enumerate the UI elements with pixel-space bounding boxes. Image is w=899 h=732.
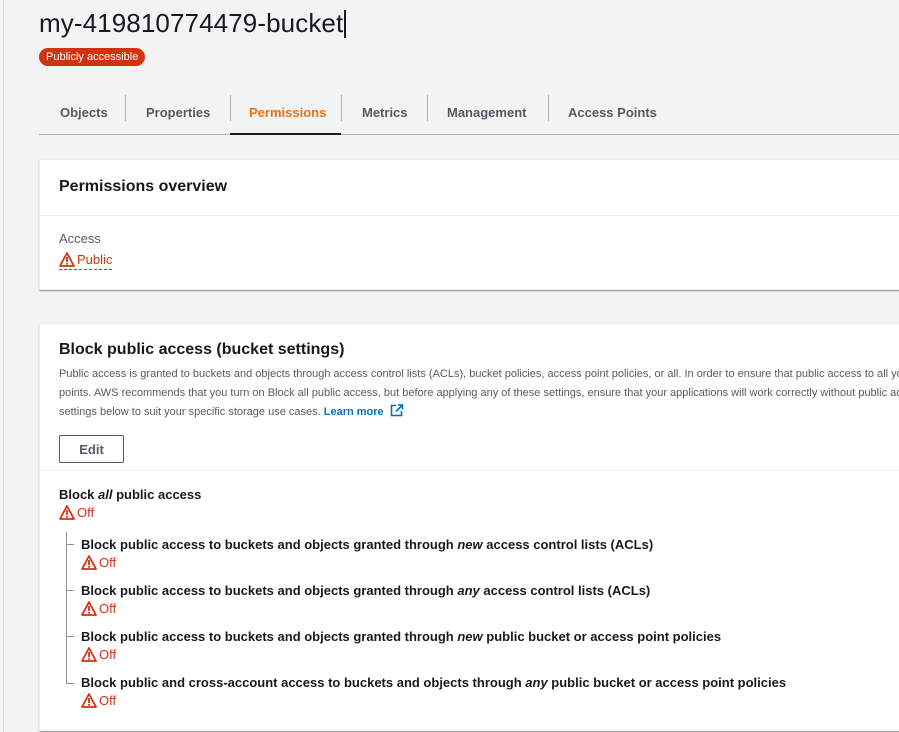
tab-objects[interactable]: Objects bbox=[39, 91, 125, 134]
title-part: Block bbox=[59, 487, 99, 502]
warning-icon bbox=[81, 693, 97, 708]
warning-icon bbox=[59, 252, 75, 267]
learn-more-link[interactable]: Learn more bbox=[323, 404, 404, 418]
setting-status: Off bbox=[81, 601, 650, 616]
tab-permissions[interactable]: Permissions bbox=[230, 91, 341, 135]
external-link-icon bbox=[390, 404, 404, 417]
block-public-access-card: Block public access (bucket settings) Pu… bbox=[39, 323, 899, 731]
public-access-badge: Publicly accessible bbox=[39, 48, 146, 66]
setting-title: Block public access to buckets and objec… bbox=[81, 583, 650, 598]
status-text: Off bbox=[99, 693, 117, 708]
tab-label: Access Points bbox=[568, 105, 657, 120]
warning-icon bbox=[81, 647, 97, 662]
title-emphasis: new bbox=[457, 629, 483, 644]
status-text: Off bbox=[77, 505, 95, 520]
status-text: Off bbox=[99, 601, 117, 616]
title-part: access control lists (ACLs) bbox=[479, 583, 651, 598]
title-emphasis: all bbox=[98, 487, 113, 502]
tree-branch bbox=[66, 544, 74, 545]
title-part: Block public access to buckets and objec… bbox=[81, 583, 458, 598]
tab-label: Management bbox=[447, 105, 527, 120]
tree-branch bbox=[66, 590, 74, 591]
bpa-description: Public access is granted to buckets and … bbox=[59, 365, 899, 422]
access-public-indicator[interactable]: Public bbox=[59, 252, 113, 270]
description-line: Public access is granted to buckets and … bbox=[59, 368, 899, 380]
tab-label: Objects bbox=[60, 105, 108, 120]
text-caret bbox=[344, 9, 346, 38]
setting-title: Block public and cross-account access to… bbox=[81, 675, 786, 690]
block-all-setting: Block all public access Off bbox=[59, 487, 201, 520]
description-line: settings below to suit your specific sto… bbox=[59, 403, 899, 422]
setting-status: Off bbox=[81, 647, 721, 662]
status-text: Off bbox=[99, 647, 117, 662]
setting-item: Block public access to buckets and objec… bbox=[81, 629, 721, 662]
title-part: public access bbox=[112, 487, 202, 502]
title-part: access control lists (ACLs) bbox=[482, 537, 654, 552]
bucket-name: my-419810774479-bucket bbox=[39, 8, 344, 38]
block-all-title: Block all public access bbox=[59, 487, 201, 502]
learn-more-text: Learn more bbox=[323, 406, 384, 418]
edit-row: Edit bbox=[59, 435, 899, 463]
tab-label: Metrics bbox=[362, 105, 408, 120]
tab-management[interactable]: Management bbox=[427, 91, 548, 134]
permissions-overview-card: Permissions overview Access Public bbox=[39, 159, 899, 290]
warning-icon bbox=[81, 555, 97, 570]
bucket-tabs: Objects Properties Permissions Metrics M… bbox=[39, 91, 899, 135]
tab-label: Properties bbox=[146, 105, 211, 120]
block-all-status: Off bbox=[59, 505, 201, 520]
tab-properties[interactable]: Properties bbox=[125, 91, 230, 134]
card-header: Permissions overview bbox=[40, 160, 899, 216]
setting-status: Off bbox=[81, 555, 653, 570]
description-line: points. AWS recommends that you turn on … bbox=[59, 387, 899, 399]
title-part: Block public and cross-account access to… bbox=[81, 675, 526, 690]
title-emphasis: any bbox=[525, 675, 548, 690]
page-left-border bbox=[3, 0, 4, 732]
status-text: Off bbox=[99, 555, 117, 570]
card-title: Block public access (bucket settings) bbox=[59, 341, 345, 358]
setting-status: Off bbox=[81, 693, 786, 708]
access-value-text: Public bbox=[77, 252, 113, 267]
title-part: Block public access to buckets and objec… bbox=[81, 537, 458, 552]
description-text: settings below to suit your specific sto… bbox=[59, 406, 321, 418]
setting-title: Block public access to buckets and objec… bbox=[81, 629, 721, 644]
title-part: Block public access to buckets and objec… bbox=[81, 629, 458, 644]
tab-access-points[interactable]: Access Points bbox=[548, 91, 678, 134]
setting-item: Block public and cross-account access to… bbox=[81, 675, 786, 708]
title-part: public bucket or access point policies bbox=[547, 675, 787, 690]
card-header: Block public access (bucket settings) Pu… bbox=[40, 324, 899, 471]
warning-icon bbox=[59, 505, 75, 520]
title-emphasis: any bbox=[457, 583, 480, 598]
title-part: public bucket or access point policies bbox=[482, 629, 722, 644]
card-body: Access Public bbox=[40, 216, 899, 270]
bucket-title: my-419810774479-bucket bbox=[39, 8, 346, 39]
edit-button[interactable]: Edit bbox=[59, 435, 124, 463]
title-emphasis: new bbox=[457, 537, 483, 552]
access-label: Access bbox=[59, 231, 101, 246]
card-title: Permissions overview bbox=[59, 178, 228, 195]
tab-metrics[interactable]: Metrics bbox=[341, 91, 427, 134]
tree-branch bbox=[66, 636, 74, 637]
setting-item: Block public access to buckets and objec… bbox=[81, 537, 653, 570]
setting-title: Block public access to buckets and objec… bbox=[81, 537, 653, 552]
tab-label: Permissions bbox=[249, 105, 327, 120]
tree-branch bbox=[66, 683, 74, 684]
access-value: Public bbox=[59, 252, 899, 270]
warning-icon bbox=[81, 601, 97, 616]
setting-item: Block public access to buckets and objec… bbox=[81, 583, 650, 616]
tree-connector bbox=[66, 532, 67, 684]
